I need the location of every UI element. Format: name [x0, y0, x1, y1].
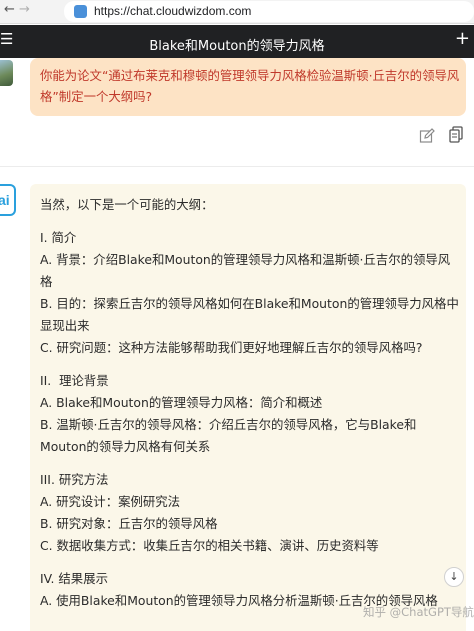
message-divider: [0, 166, 474, 167]
url-text[interactable]: https://chat.cloudwizdom.com: [94, 4, 251, 18]
outline-line: B. 研究对象：丘吉尔的领导风格: [40, 516, 218, 531]
ai-message-bubble: 当然，以下是一个可能的大纲： I. 简介 A. 背景：介绍Blake和Mouto…: [30, 184, 466, 631]
url-field[interactable]: https://chat.cloudwizdom.com: [64, 1, 474, 22]
new-chat-plus-icon[interactable]: +: [455, 29, 470, 49]
outline-line: C. 数据收集方式：收集丘吉尔的相关书籍、演讲、历史资料等: [40, 538, 379, 553]
outline-line: B. 温斯顿·丘吉尔的领导风格：介绍丘吉尔的领导风格，它与Blake和Mouto…: [40, 417, 417, 454]
outline-line: A. Blake和Mouton的管理领导力风格：简介和概述: [40, 395, 323, 410]
outline-heading: III. 研究方法: [40, 472, 109, 487]
watermark: 知乎 @ChatGPT导航: [363, 605, 474, 619]
ai-avatar-label: ai: [0, 192, 10, 208]
outline-heading: I. 简介: [40, 230, 77, 245]
site-favicon-icon: [74, 5, 87, 18]
outline-heading: IV. 结果展示: [40, 571, 108, 586]
user-avatar: [0, 60, 13, 86]
ai-intro: 当然，以下是一个可能的大纲：: [40, 197, 214, 212]
app-header: ☰ Blake和Mouton的领导力风格 +: [0, 25, 474, 58]
page-title: Blake和Mouton的领导力风格: [149, 39, 325, 54]
back-arrow-icon[interactable]: ←: [4, 2, 15, 17]
outline-line: B. 目的：探索丘吉尔的领导风格如何在Blake和Mouton的管理领导力风格中…: [40, 296, 459, 333]
outline-line: A. 背景：介绍Blake和Mouton的管理领导力风格和温斯顿·丘吉尔的领导风…: [40, 252, 451, 289]
scroll-down-arrow-icon[interactable]: ↓: [444, 567, 464, 587]
outline-line: C. 研究问题：这种方法能够帮助我们更好地理解丘吉尔的领导风格吗?: [40, 340, 423, 355]
edit-icon[interactable]: [419, 128, 435, 144]
ai-message-content: 当然，以下是一个可能的大纲： I. 简介 A. 背景：介绍Blake和Mouto…: [40, 194, 460, 612]
ai-avatar: ai: [0, 184, 16, 216]
browser-address-bar: ← → https://chat.cloudwizdom.com: [0, 0, 474, 24]
outline-line: A. 研究设计：案例研究法: [40, 494, 181, 509]
user-message-text: 你能为论文“通过布莱克和穆顿的管理领导力风格检验温斯顿·丘吉尔的领导风格”制定一…: [40, 68, 460, 104]
user-message-bubble: 你能为论文“通过布莱克和穆顿的管理领导力风格检验温斯顿·丘吉尔的领导风格”制定一…: [30, 58, 466, 116]
copy-icon[interactable]: [449, 126, 463, 144]
forward-arrow-icon[interactable]: →: [19, 2, 30, 17]
outline-heading: II. 理论背景: [40, 373, 109, 388]
